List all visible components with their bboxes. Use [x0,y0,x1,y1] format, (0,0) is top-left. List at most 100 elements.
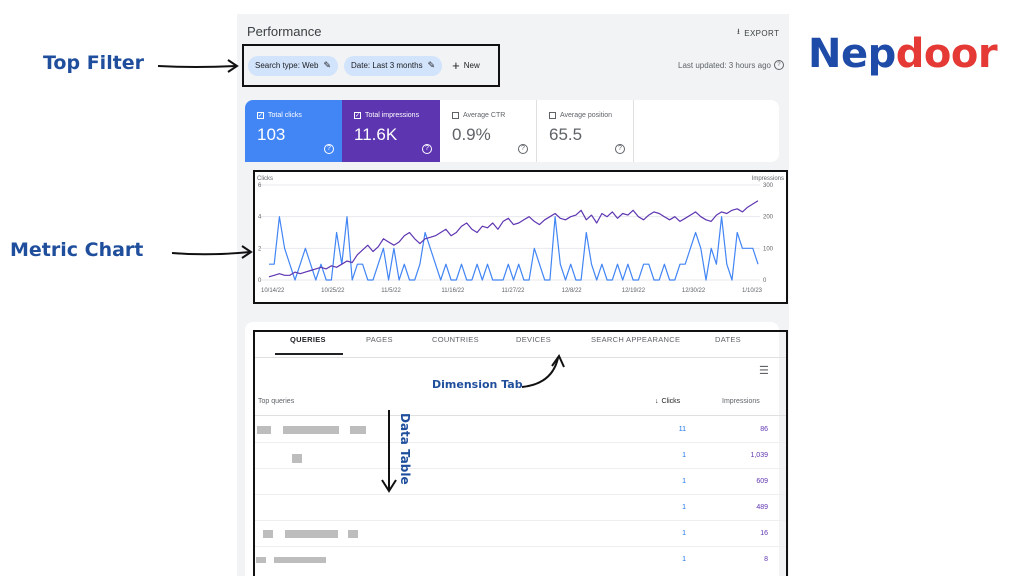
metric-label: Total clicks [268,112,302,119]
export-button[interactable]: ⭳ EXPORT [737,26,779,40]
y-right-tick-label: 200 [763,215,774,221]
last-updated-text: Last updated: 3 hours ago [678,60,771,70]
active-tab-indicator [275,353,343,355]
data-table-box [253,330,788,576]
y-left-tick-label: 4 [258,215,262,221]
x-tick-label: 10/14/22 [261,288,285,294]
help-icon[interactable]: ? [615,144,625,154]
metric-chart[interactable]: Clicks Impressions 0 2 4 6 0 100 200 300 10/14/2… [255,172,786,302]
edit-icon: ✎ [427,60,436,70]
annotation-metric-chart: Metric Chart [10,239,144,261]
y-right-tick-label: 300 [763,183,774,189]
redacted-query [257,426,271,434]
cell-impressions: 8 [764,556,768,563]
metric-value: 65.5 [549,125,583,144]
brand-logo-part2: door [895,31,998,77]
x-tick-label: 12/30/22 [682,288,706,294]
y-right-tick-label: 0 [763,278,767,284]
metric-label: Average CTR [463,112,506,119]
tab-queries[interactable]: QUERIES [290,335,326,344]
redacted-query [292,454,302,463]
tab-search-appearance[interactable]: SEARCH APPEARANCE [591,335,680,344]
metric-average-ctr[interactable]: Average CTR 0.9% ? [440,100,537,162]
metric-value: 11.6K [354,125,398,144]
column-header-clicks[interactable]: ↓ Clicks [655,398,680,405]
brand-logo-part1: Nep [808,31,896,77]
metric-total-clicks[interactable]: ✓ Total clicks 103 ? [245,100,342,162]
cell-clicks: 1 [682,530,686,537]
x-tick-label: 10/25/22 [321,288,345,294]
metric-label: Total impressions [365,112,420,119]
redacted-query [348,530,358,538]
arrowhead [227,59,239,73]
filter-rows-icon[interactable]: ☰ [759,364,769,377]
series-line-impressions [268,200,759,278]
x-tick-label: 1/10/23 [742,288,763,294]
row-divider [255,468,786,469]
filter-chip-search-type[interactable]: Search type: Web ✎ [248,55,338,76]
metric-total-impressions[interactable]: ✓ Total impressions 11.6K ? [342,100,440,162]
edit-icon: ✎ [323,60,331,70]
column-header-impressions[interactable]: Impressions [722,398,760,405]
cell-clicks: 1 [682,504,686,511]
y-left-tick-label: 2 [258,246,262,252]
redacted-query [283,426,339,434]
metric-label: Average position [560,112,613,119]
metric-value: 103 [257,125,286,144]
cell-clicks: 1 [682,556,686,563]
help-icon[interactable]: ? [518,144,528,154]
arrow-to-filter [157,65,237,68]
y-right-tick-label: 100 [763,246,774,252]
column-header-queries[interactable]: Top queries [258,398,294,405]
cell-clicks: 11 [678,426,686,433]
help-icon[interactable]: ? [773,60,784,70]
help-icon[interactable]: ? [422,144,432,154]
y-left-tick-label: 6 [258,183,262,189]
cell-clicks: 1 [682,478,686,485]
export-label: EXPORT [744,28,780,38]
plus-icon: + [452,58,460,73]
annotation-top-filter: Top Filter [43,52,145,74]
help-icon[interactable]: ? [324,144,334,154]
tabs-divider [255,357,786,358]
checkbox-checked-icon: ✓ [354,112,361,119]
x-tick-label: 11/27/22 [502,288,526,294]
metric-average-position[interactable]: Average position 65.5 ? [537,100,634,162]
redacted-query [263,530,273,538]
x-tick-label: 11/5/22 [381,288,401,294]
tab-devices[interactable]: DEVICES [516,335,551,344]
new-filter-button[interactable]: + New [452,58,480,73]
y-left-axis-title: Clicks [257,176,273,182]
last-updated: Last updated: 3 hours ago ? [678,60,784,70]
cell-impressions: 1,039 [750,452,768,459]
metric-chart-box: Clicks Impressions 0 2 4 6 0 100 200 300 10/14/2… [253,170,788,304]
brand-logo: Nepdoor [808,31,998,77]
row-divider [255,494,786,495]
checkbox-checked-icon: ✓ [257,112,264,119]
row-divider [255,442,786,443]
row-divider [255,546,786,547]
sort-down-arrow-icon: ↓ [655,398,659,405]
redacted-query [285,530,338,538]
row-divider [255,520,786,521]
tab-pages[interactable]: PAGES [366,335,393,344]
redacted-query [274,557,326,563]
top-filter-bar: Search type: Web ✎ Date: Last 3 months ✎… [242,44,500,87]
x-tick-label: 12/19/22 [622,288,646,294]
tab-countries[interactable]: COUNTRIES [432,335,479,344]
cell-impressions: 86 [760,426,768,433]
tab-dates[interactable]: DATES [715,335,741,344]
header-divider [255,415,786,416]
cell-impressions: 609 [756,478,768,485]
y-right-axis-title: Impressions [752,176,784,182]
filter-chip-label: Search type: Web [255,61,319,70]
cell-impressions: 16 [760,530,768,537]
filter-chip-label: Date: Last 3 months [351,61,423,70]
download-icon: ⭳ [737,27,741,36]
x-tick-label: 11/16/22 [441,288,465,294]
new-filter-label: New [463,61,480,70]
page-title: Performance [247,24,322,39]
y-left-tick-label: 0 [258,278,262,284]
filter-chip-date[interactable]: Date: Last 3 months ✎ [344,55,443,76]
checkbox-unchecked-icon [549,112,556,119]
